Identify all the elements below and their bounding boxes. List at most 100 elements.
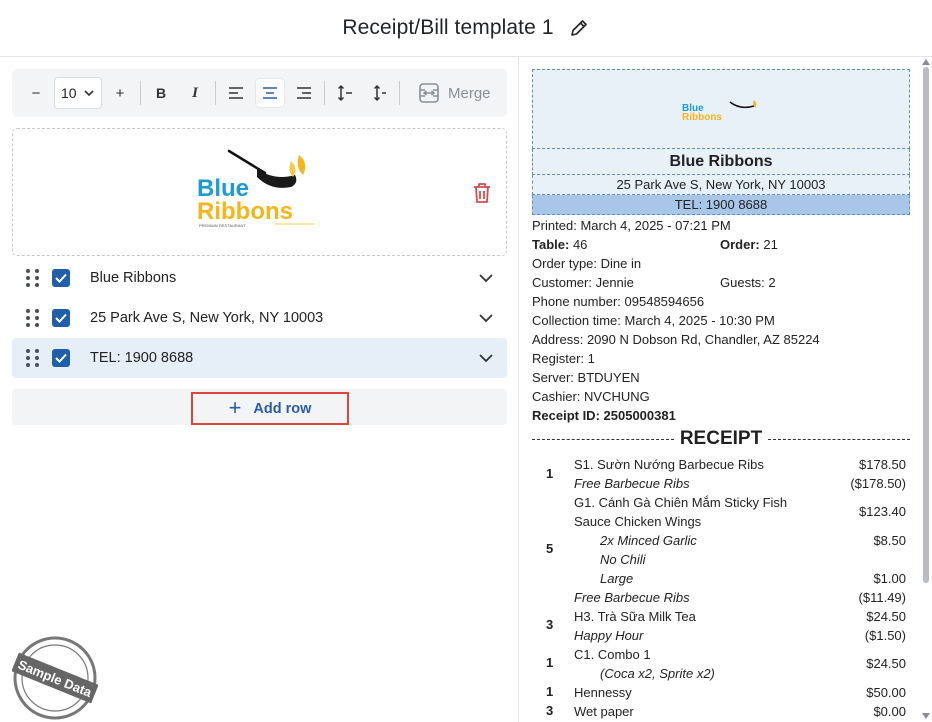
- phone-line: Phone number: 09548594656: [532, 292, 704, 311]
- guests-line: Guests: 2: [720, 273, 776, 292]
- align-right-button[interactable]: [290, 79, 318, 107]
- preview-address: 25 Park Ave S, New York, NY 10003: [532, 175, 910, 195]
- merge-button[interactable]: Merge: [418, 82, 491, 104]
- toolbar-divider: [399, 81, 400, 105]
- order-label: Order:: [720, 237, 760, 252]
- logo-row[interactable]: Blue Ribbons PREMIUM RESTAURANT: [12, 128, 507, 256]
- scrollbar-thumb[interactable]: [923, 67, 929, 583]
- item-name: G1. Cánh Gà Chiên Mắm Sticky Fish: [574, 495, 788, 510]
- order-type-line: Order type: Dine in: [532, 254, 641, 273]
- align-left-button[interactable]: [222, 79, 250, 107]
- page-header: Receipt/Bill template 1: [0, 0, 932, 57]
- item-price: $178.50: [859, 457, 906, 472]
- server-line: Server: BTDUYEN: [532, 368, 640, 387]
- add-row-button[interactable]: + Add row: [191, 392, 349, 425]
- item-price: $0.00: [873, 704, 906, 719]
- cashier-label: Cashier:: [532, 389, 581, 404]
- row-checkbox[interactable]: [52, 349, 70, 367]
- trash-icon[interactable]: [471, 181, 493, 205]
- item-qty: 3: [546, 703, 554, 718]
- guests-label: Guests:: [720, 275, 765, 290]
- row-checkbox[interactable]: [52, 269, 70, 287]
- plus-icon: +: [228, 394, 242, 420]
- align-center-button[interactable]: [256, 79, 284, 107]
- scroll-down-icon[interactable]: [922, 713, 930, 719]
- printed-label: Printed:: [532, 218, 577, 233]
- item-name: Wet paper: [574, 704, 634, 719]
- receipt-id-value: 2505000381: [603, 408, 676, 423]
- row-checkbox[interactable]: [52, 309, 70, 327]
- blue-ribbons-logo: Blue Ribbons PREMIUM RESTAURANT: [197, 149, 315, 228]
- chevron-down-icon[interactable]: [477, 309, 495, 327]
- register-value: 1: [587, 351, 595, 366]
- merge-cells-icon: [419, 83, 439, 103]
- order-line: Order: 21: [720, 235, 778, 254]
- row-item-name[interactable]: Blue Ribbons: [12, 258, 507, 298]
- collection-label: Collection time:: [532, 313, 621, 328]
- item-price: $24.50: [866, 609, 906, 624]
- pencil-icon[interactable]: [568, 17, 590, 39]
- toolbar-divider: [140, 81, 141, 105]
- item-modifier: Large: [600, 571, 634, 586]
- chevron-down-icon: [84, 90, 94, 97]
- toolbar-divider: [324, 81, 325, 105]
- server-label: Server:: [532, 370, 574, 385]
- item-qty: 5: [546, 541, 554, 556]
- drag-handle-icon[interactable]: [26, 309, 40, 327]
- drag-handle-icon[interactable]: [26, 349, 40, 367]
- chevron-down-icon[interactable]: [477, 269, 495, 287]
- preview-scrollbar[interactable]: [920, 57, 932, 722]
- item-modifier-price: $1.00: [873, 571, 906, 586]
- preview-name: Blue Ribbons: [532, 149, 910, 175]
- format-toolbar: − 10 + B I Merge: [12, 69, 507, 117]
- row-item-tel[interactable]: TEL: 1900 8688: [12, 338, 507, 378]
- toolbar-divider: [215, 81, 216, 105]
- row-item-address[interactable]: 25 Park Ave S, New York, NY 10003: [12, 298, 507, 338]
- row-label: Blue Ribbons: [90, 270, 177, 286]
- item-discount-price: ($178.50): [850, 476, 906, 491]
- font-size-select[interactable]: 10: [54, 77, 102, 109]
- drag-handle-icon[interactable]: [26, 269, 40, 287]
- address-label: Address:: [532, 332, 584, 347]
- page-title: Receipt/Bill template 1: [342, 16, 554, 39]
- receipt-heading-text: RECEIPT: [679, 428, 763, 449]
- item-price: $50.00: [866, 685, 906, 700]
- collection-line: Collection time: March 4, 2025 - 10:30 P…: [532, 311, 775, 330]
- italic-label: I: [192, 84, 198, 101]
- item-modifier: 2x Minced Garlic: [600, 533, 697, 548]
- item-name: Hennessy: [574, 685, 632, 700]
- item-price: $123.40: [859, 504, 906, 519]
- chevron-down-icon[interactable]: [477, 349, 495, 367]
- item-discount: Free Barbecue Ribs: [574, 590, 690, 605]
- guests-value: 2: [768, 275, 776, 290]
- order-value: 21: [763, 237, 778, 252]
- table-value: 46: [572, 237, 588, 252]
- logo-line2: Ribbons: [197, 198, 293, 225]
- item-modifier-price: $8.50: [873, 533, 906, 548]
- customer-label: Customer:: [532, 275, 592, 290]
- item-discount: Free Barbecue Ribs: [574, 476, 690, 491]
- line-height-button[interactable]: [331, 79, 359, 107]
- bold-button[interactable]: B: [147, 79, 175, 107]
- line-height-icon: [337, 84, 352, 102]
- item-qty: 1: [546, 684, 554, 699]
- customer-value: Jennie: [595, 275, 634, 290]
- register-label: Register:: [532, 351, 585, 366]
- server-value: BTDUYEN: [577, 370, 640, 385]
- cashier-value: NVCHUNG: [584, 389, 650, 404]
- item-qty: 1: [546, 466, 554, 481]
- phone-label: Phone number:: [532, 294, 621, 309]
- sample-data-stamp: Sample Data: [12, 636, 98, 720]
- scroll-up-icon[interactable]: [922, 59, 930, 65]
- bold-label: B: [155, 85, 167, 101]
- item-modifier: (Coca x2, Sprite x2): [600, 666, 715, 681]
- item-name-cont: Sauce Chicken Wings: [574, 514, 702, 529]
- decrease-font-button[interactable]: −: [22, 79, 50, 107]
- vertical-spacing-button[interactable]: [365, 79, 393, 107]
- italic-button[interactable]: I: [181, 79, 209, 107]
- phone-value: 09548594656: [624, 294, 705, 309]
- increase-font-button[interactable]: +: [106, 79, 134, 107]
- item-name: H3. Trà Sữa Milk Tea: [574, 609, 696, 624]
- item-price: $24.50: [866, 656, 906, 671]
- receipt-preview: Blue Ribbons Blue Ribbons 25 Park Ave S,…: [520, 57, 932, 722]
